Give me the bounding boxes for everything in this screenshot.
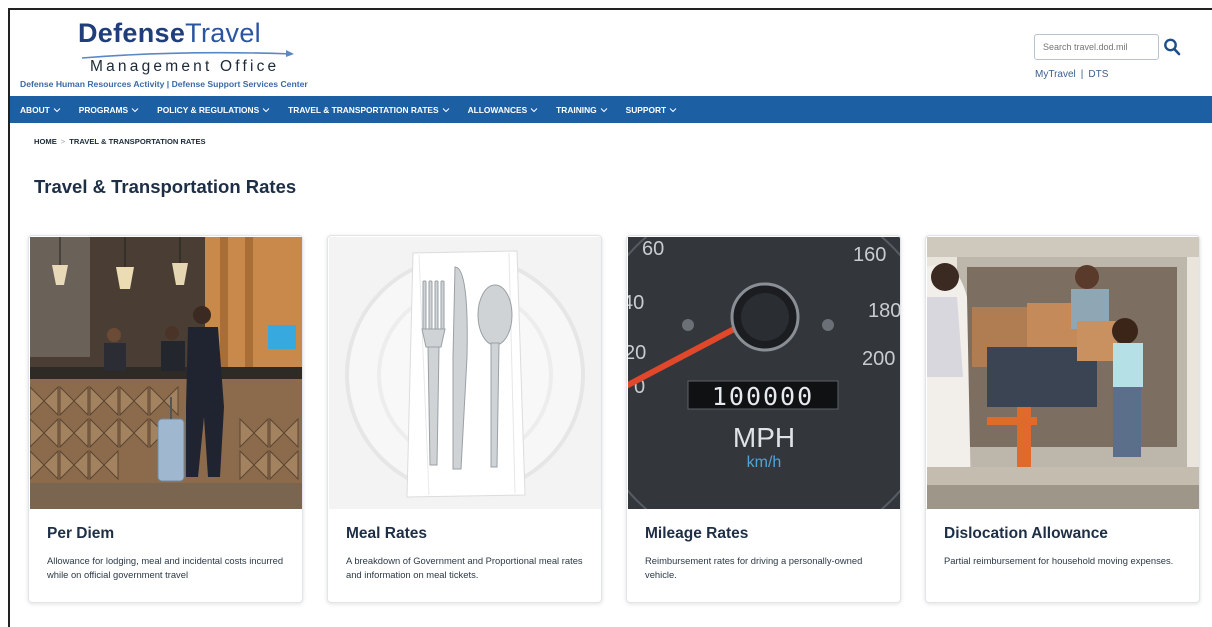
chevron-down-icon	[131, 107, 139, 112]
browser-page: DefenseTravel Management Office Defense …	[8, 8, 1212, 627]
breadcrumb-current: TRAVEL & TRANSPORTATION RATES	[69, 137, 206, 146]
speedo-label-60: 60	[642, 238, 664, 260]
chevron-down-icon	[442, 107, 449, 112]
nav-item-allowances[interactable]: ALLOWANCES	[468, 105, 539, 115]
family-moving-image	[927, 237, 1199, 509]
link-separator: |	[1080, 69, 1084, 80]
nav-label: POLICY & REGULATIONS	[157, 104, 260, 115]
nav-item-support[interactable]: SUPPORT	[626, 105, 678, 115]
card-mileage-rates[interactable]: 60 160 40 180 20 200 0 100000 MPH km/h M…	[626, 235, 901, 603]
chevron-down-icon	[600, 107, 608, 112]
card-title: Meal Rates	[346, 525, 427, 542]
chevron-down-icon	[262, 107, 270, 112]
card-meal-rates[interactable]: Meal Rates A breakdown of Government and…	[327, 235, 602, 603]
speedo-unit-kmh: km/h	[747, 454, 782, 471]
card-dislocation-allowance[interactable]: Dislocation Allowance Partial reimbursem…	[925, 235, 1200, 603]
site-header: DefenseTravel Management Office Defense …	[10, 10, 1212, 96]
utility-links: MyTravel | DTS	[1035, 69, 1108, 80]
card-description: A breakdown of Government and Proportion…	[346, 555, 583, 580]
speedo-label-160: 160	[853, 244, 886, 266]
main-navigation: ABOUT PROGRAMS POLICY & REGULATIONS TRAV…	[10, 96, 1212, 123]
hotel-reception-photo	[30, 237, 302, 509]
card-title: Per Diem	[47, 525, 115, 542]
hotel-reception-image	[30, 237, 302, 509]
nav-label: ALLOWANCES	[467, 104, 528, 115]
search-icon[interactable]	[1163, 37, 1181, 57]
breadcrumb-separator: >	[60, 137, 66, 146]
family-moving-boxes-photo	[927, 237, 1199, 509]
odometer-readout: 100000	[712, 382, 814, 411]
nav-item-about[interactable]: ABOUT	[20, 105, 61, 115]
card-description: Partial reimbursement for household movi…	[944, 555, 1174, 566]
plate-and-cutlery-photo	[329, 237, 601, 509]
mytravel-link[interactable]: MyTravel	[1035, 69, 1076, 80]
speedo-label-40: 40	[628, 292, 644, 314]
nav-label: TRAINING	[556, 104, 597, 115]
nav-label: TRAVEL & TRANSPORTATION RATES	[288, 104, 439, 115]
chevron-down-icon	[53, 107, 61, 112]
speedo-unit-mph: MPH	[733, 422, 795, 453]
chevron-down-icon	[669, 107, 677, 112]
logo-subtitle: Management Office	[90, 58, 280, 75]
plate-cutlery-image	[329, 237, 601, 509]
page-title: Travel & Transportation Rates	[34, 176, 297, 197]
chevron-down-icon	[530, 107, 538, 112]
dtmo-logo[interactable]: DefenseTravel Management Office Defense …	[20, 16, 350, 92]
speedometer-image: 60 160 40 180 20 200 0 100000 MPH km/h	[628, 237, 900, 509]
speedo-label-180: 180	[868, 300, 900, 322]
card-per-diem[interactable]: Per Diem Allowance for lodging, meal and…	[28, 235, 303, 603]
nav-item-policy-regulations[interactable]: POLICY & REGULATIONS	[157, 105, 270, 115]
dts-link[interactable]: DTS	[1088, 69, 1108, 80]
speedometer-photo: 60 160 40 180 20 200 0 100000 MPH km/h	[628, 237, 900, 509]
logo-title-light: Travel	[185, 18, 261, 48]
nav-item-programs[interactable]: PROGRAMS	[79, 105, 139, 115]
nav-item-travel-transportation-rates[interactable]: TRAVEL & TRANSPORTATION RATES	[288, 105, 449, 115]
nav-label: PROGRAMS	[78, 104, 129, 115]
logo-organization: Defense Human Resources Activity | Defen…	[20, 79, 308, 89]
card-description: Reimbursement rates for driving a person…	[645, 555, 863, 580]
nav-label: ABOUT	[20, 104, 50, 115]
nav-item-training[interactable]: TRAINING	[556, 104, 608, 115]
logo-title-main: Defense	[78, 18, 186, 48]
nav-label: SUPPORT	[625, 104, 667, 115]
logo-title: DefenseTravel	[78, 18, 261, 49]
card-title: Dislocation Allowance	[944, 525, 1108, 542]
card-title: Mileage Rates	[645, 525, 749, 542]
breadcrumb: HOME > TRAVEL & TRANSPORTATION RATES	[34, 137, 206, 146]
breadcrumb-home-link[interactable]: HOME	[34, 137, 57, 146]
speedo-label-200: 200	[862, 348, 895, 370]
card-description: Allowance for lodging, meal and incident…	[47, 555, 284, 580]
speedo-label-20: 20	[628, 342, 646, 364]
search-input[interactable]	[1034, 34, 1159, 60]
